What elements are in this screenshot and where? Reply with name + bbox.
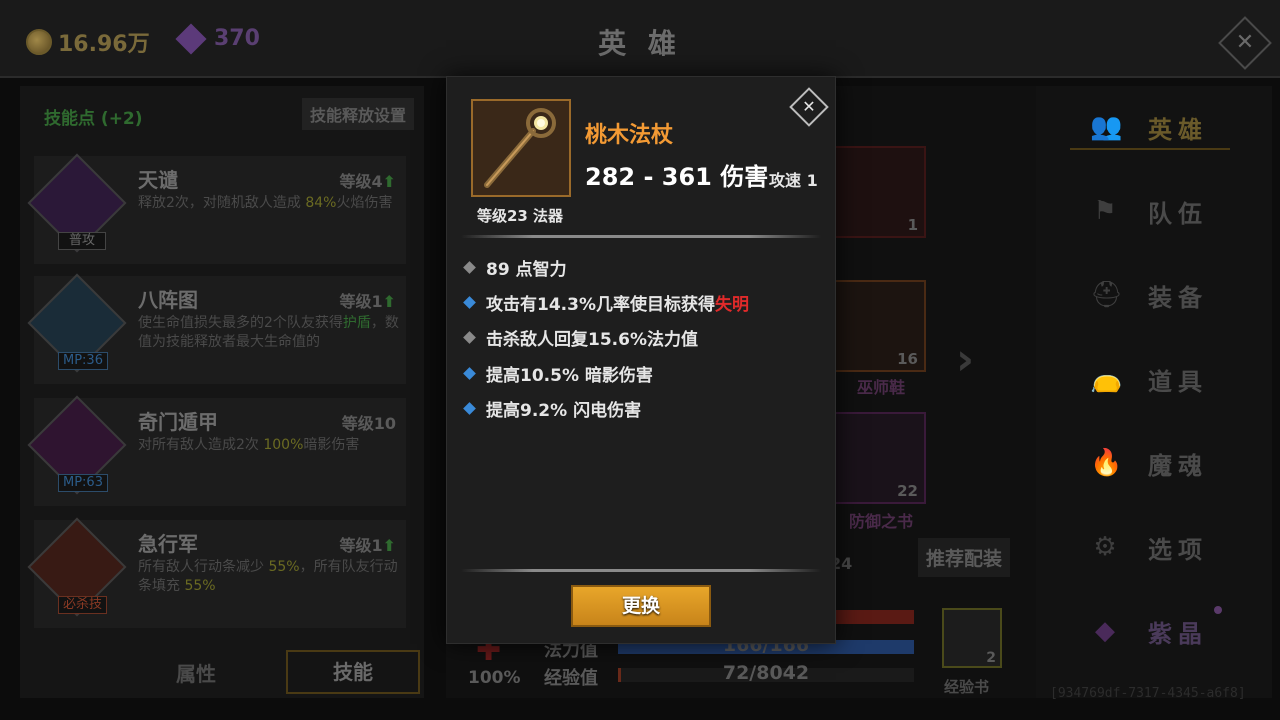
slot-count: 22 (897, 482, 918, 500)
page-title: 英 雄 (598, 27, 682, 60)
divider (461, 235, 821, 238)
exp-book-slot[interactable]: 2 (942, 608, 1002, 668)
skill-name: 天谴 (138, 168, 178, 192)
skill-release-settings-button[interactable]: 技能释放设置 (301, 98, 414, 130)
notification-dot (1214, 606, 1222, 614)
slot-item-name: 防御之书 (848, 512, 913, 531)
nav-label: 选项 (1148, 536, 1208, 564)
item-damage: 282 - 361 伤害 (585, 163, 769, 191)
skill-level: 等级4⬆ (339, 172, 396, 191)
skills-panel: 技能点 (+2) 技能释放设置 普攻 天谴 等级4⬆ 释放2次，对随机敌人造成 … (20, 86, 424, 698)
item-icon-frame (471, 99, 571, 197)
skill-description: 释放2次，对随机敌人造成 84%火焰伤害 (138, 195, 393, 211)
skill-name: 奇门遁甲 (138, 410, 218, 434)
recommend-build-button[interactable]: 推荐配装 (918, 538, 1011, 577)
diamond-bullet-icon (463, 367, 476, 380)
upgrade-arrow-icon: ⬆ (382, 536, 396, 555)
panel-tabs: 属性 技能 (20, 650, 424, 696)
item-attribute: 提高9.2% 闪电伤害 (461, 396, 641, 421)
skills-header: 技能点 (+2) 技能释放设置 (32, 96, 414, 132)
item-detail-popup: ✕ 等级23 法器 桃木法杖 282 - 361 伤害 攻速 1 89 点智力 … (446, 76, 836, 644)
upgrade-arrow-icon: ⬆ (382, 172, 396, 191)
nav-soul[interactable]: 🔥 魔魂 (1070, 438, 1230, 486)
divider (461, 569, 821, 572)
skill-card-bazhentu[interactable]: MP:36 八阵图 等级1⬆ 使生命值损失最多的2个队友获得护盾，数值为技能释放… (27, 273, 406, 384)
stat-label: 经验值 (544, 668, 598, 689)
nav-options[interactable]: ⚙ 选项 (1070, 522, 1230, 570)
skill-mp-badge: MP:63 (58, 474, 108, 492)
skill-mp-badge: MP:36 (58, 352, 108, 370)
skill-card-tianqian[interactable]: 普攻 天谴 等级4⬆ 释放2次，对随机敌人造成 84%火焰伤害 (27, 153, 406, 264)
nav-label: 紫晶 (1148, 620, 1208, 648)
item-attribute: 击杀敌人回复15.6%法力值 (461, 325, 698, 350)
skill-ultimate-badge: 必杀技 (58, 596, 108, 614)
item-name: 桃木法杖 (585, 123, 674, 148)
skill-description: 所有敌人行动条减少 55%，所有队友行动条填充 55% (138, 559, 398, 594)
chevron-right-icon[interactable]: › (956, 334, 974, 385)
equipment-slot-boots[interactable]: 16 (834, 280, 926, 372)
nav-label: 装备 (1148, 284, 1208, 312)
diamond-bullet-icon (463, 331, 476, 344)
skill-level: 等级10 (341, 414, 396, 433)
skill-type-badge: 普攻 (58, 232, 106, 250)
skill-card-jixingjun[interactable]: 必杀技 急行军 等级1⬆ 所有敌人行动条减少 55%，所有队友行动条填充 55% (27, 517, 406, 628)
skill-card-qimendunjia[interactable]: MP:63 奇门遁甲 等级10 对所有敌人造成2次 100%暗影伤害 (27, 395, 406, 506)
slot-count: 1 (907, 216, 918, 234)
nav-items[interactable]: 👝 道具 (1070, 354, 1230, 402)
exp-book-label: 经验书 (944, 678, 990, 696)
equipment-slot-helmet[interactable]: 1 (834, 146, 926, 238)
item-level-type: 等级23 法器 (476, 207, 564, 225)
close-icon: ✕ (802, 97, 816, 116)
popup-close-button[interactable]: ✕ (789, 87, 829, 127)
item-attribute: 提高10.5% 暗影伤害 (461, 361, 653, 386)
diamond-bullet-icon (463, 402, 476, 415)
skill-description: 使生命值损失最多的2个队友获得护盾，数值为技能释放者最大生命值的 (138, 315, 399, 350)
watermark-text: [934769df-7317-4345-a6f8] (1050, 686, 1246, 701)
skill-name: 八阵图 (138, 288, 198, 312)
skill-level: 等级1⬆ (339, 292, 396, 311)
item-attribute: 攻击有14.3%几率使目标获得 失明 (461, 290, 749, 315)
bag-icon: 👝 (1090, 364, 1123, 394)
equipment-slot-book[interactable]: 22 (834, 412, 926, 504)
nav-label: 队伍 (1148, 200, 1208, 228)
flame-icon: 🔥 (1090, 448, 1123, 478)
tab-skills[interactable]: 技能 (286, 650, 420, 694)
diamond-bullet-icon (463, 296, 476, 309)
crystal-icon: ◆ (1095, 616, 1115, 646)
skill-level: 等级1⬆ (339, 536, 396, 555)
percent-value: 100% (468, 668, 521, 688)
helmet-icon: ⛑ (1090, 280, 1124, 310)
nav-hero[interactable]: 👥 英雄 (1070, 102, 1230, 150)
exp-value: 72/8042 (722, 662, 810, 684)
diamond-bullet-icon (463, 261, 476, 274)
slot-count: 16 (897, 350, 918, 368)
staff-icon (473, 101, 569, 195)
skill-description: 对所有敌人造成2次 100%暗影伤害 (138, 437, 360, 453)
top-bar: 16.96万 370 英 雄 ✕ (0, 0, 1280, 78)
exp-book-count: 2 (986, 650, 996, 666)
nav-team[interactable]: ⚑ 队伍 (1070, 186, 1230, 234)
upgrade-arrow-icon: ⬆ (382, 292, 396, 311)
tab-attributes[interactable]: 属性 (176, 658, 216, 687)
nav-label: 魔魂 (1148, 452, 1208, 480)
right-nav: 👥 英雄 ⚑ 队伍 ⛑ 装备 👝 道具 🔥 魔魂 ⚙ 选项 ◆ 紫晶 (1036, 86, 1272, 698)
skill-points-label: 技能点 (+2) (44, 109, 143, 129)
nav-amethyst[interactable]: ◆ 紫晶 (1070, 606, 1230, 654)
flag-icon: ⚑ (1093, 196, 1117, 226)
skill-name: 急行军 (138, 532, 198, 556)
replace-button[interactable]: 更换 (571, 585, 711, 627)
item-attribute: 89 点智力 (461, 255, 567, 280)
nav-equipment[interactable]: ⛑ 装备 (1070, 270, 1230, 318)
gear-icon: ⚙ (1093, 532, 1117, 562)
nav-label: 英雄 (1148, 116, 1208, 144)
item-attack-speed: 攻速 1 (769, 171, 818, 190)
nav-label: 道具 (1148, 368, 1208, 396)
heroes-icon: 👥 (1090, 112, 1123, 142)
slot-item-name: 巫师鞋 (856, 378, 905, 397)
close-icon: ✕ (1235, 30, 1255, 55)
